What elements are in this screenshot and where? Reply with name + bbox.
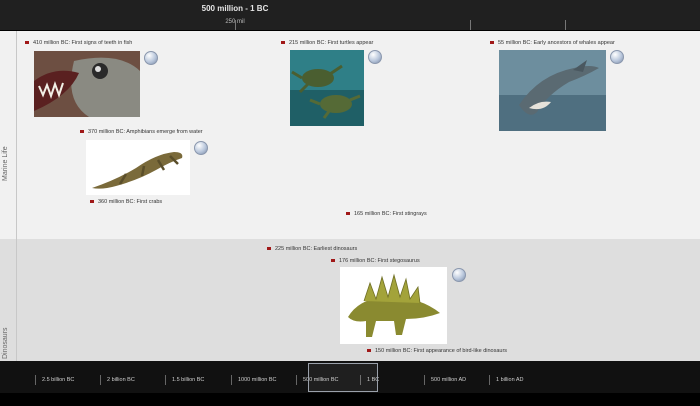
event-marker (490, 41, 494, 45)
stegosaurus-image[interactable] (340, 267, 447, 344)
nav-tick (296, 375, 297, 385)
event-label: 360 million BC: First crabs (98, 199, 163, 205)
band-label-dino: Dinosaurs (0, 239, 17, 361)
event-marker (90, 200, 94, 204)
event-label: 410 million BC: First signs of teeth in … (33, 40, 133, 46)
event-teeth[interactable]: 410 million BC: First signs of teeth in … (25, 40, 132, 46)
band-label-marine-text: Marine Life (2, 146, 9, 181)
info-button-stegosaurus[interactable] (452, 268, 466, 282)
event-amphibians[interactable]: 370 million BC: Amphibians emerge from w… (80, 129, 203, 135)
era-range-title: 500 million - 1 BC (201, 4, 269, 13)
timeline-header: 500 million - 1 BC 250 mil (0, 0, 700, 31)
event-marker (346, 212, 350, 216)
scale-label: 250 mil (225, 19, 245, 25)
timeline-window: 500 million - 1 BC 250 mil Marine Life D… (0, 0, 700, 406)
info-button-teeth[interactable] (144, 51, 158, 65)
nav-tick-label: 1000 million BC (238, 377, 277, 383)
event-bird-like-dinosaurs[interactable]: 150 million BC: First appearance of bird… (367, 348, 507, 354)
event-marker (80, 130, 84, 134)
scale-tick (470, 20, 471, 30)
band-label-dino-text: Dinosaurs (2, 327, 9, 359)
nav-tick-label: 2 billion BC (107, 377, 135, 383)
whale-ancestor-image[interactable] (499, 50, 606, 131)
navigator-viewport-handle[interactable] (308, 363, 378, 392)
event-marker (331, 259, 335, 263)
navigator-footer (0, 393, 700, 406)
event-label: 55 million BC: Early ancestors of whales… (498, 40, 615, 46)
overview-navigator[interactable]: 2.5 billion BC 2 billion BC 1.5 billion … (0, 361, 700, 406)
nav-tick-label: 1 billion AD (496, 377, 524, 383)
turtles-image[interactable] (290, 50, 364, 126)
band-label-marine: Marine Life (0, 31, 17, 239)
info-button-whales[interactable] (610, 50, 624, 64)
event-label: 215 million BC: First turtles appear (289, 40, 374, 46)
nav-tick (165, 375, 166, 385)
nav-tick (100, 375, 101, 385)
nav-tick (231, 375, 232, 385)
event-crabs[interactable]: 360 million BC: First crabs (90, 199, 162, 205)
event-marker (367, 349, 371, 353)
event-label: 176 million BC: First stegosaurus (339, 258, 420, 264)
event-stingrays[interactable]: 165 million BC: First stingrays (346, 211, 427, 217)
event-label: 150 million BC: First appearance of bird… (375, 348, 508, 354)
scale-tick (565, 20, 566, 30)
event-label: 370 million BC: Amphibians emerge from w… (88, 129, 203, 135)
nav-tick (489, 375, 490, 385)
event-marker (25, 41, 29, 45)
info-button-amphibians[interactable] (194, 141, 208, 155)
event-label: 165 million BC: First stingrays (354, 211, 427, 217)
event-earliest-dinosaurs[interactable]: 225 million BC: Earliest dinosaurs (267, 246, 357, 252)
event-stegosaurus[interactable]: 176 million BC: First stegosaurus (331, 258, 420, 264)
nav-tick-label: 2.5 billion BC (42, 377, 75, 383)
event-marker (281, 41, 285, 45)
amphibian-image[interactable] (86, 140, 190, 195)
nav-tick (424, 375, 425, 385)
event-label: 225 million BC: Earliest dinosaurs (275, 246, 358, 252)
nav-tick (35, 375, 36, 385)
event-turtles[interactable]: 215 million BC: First turtles appear (281, 40, 373, 46)
nav-tick-label: 1.5 billion BC (172, 377, 205, 383)
event-marker (267, 247, 271, 251)
nav-tick-label: 500 million AD (431, 377, 467, 383)
info-button-turtles[interactable] (368, 50, 382, 64)
fish-teeth-image[interactable] (34, 51, 140, 117)
event-whales[interactable]: 55 million BC: Early ancestors of whales… (490, 40, 615, 46)
